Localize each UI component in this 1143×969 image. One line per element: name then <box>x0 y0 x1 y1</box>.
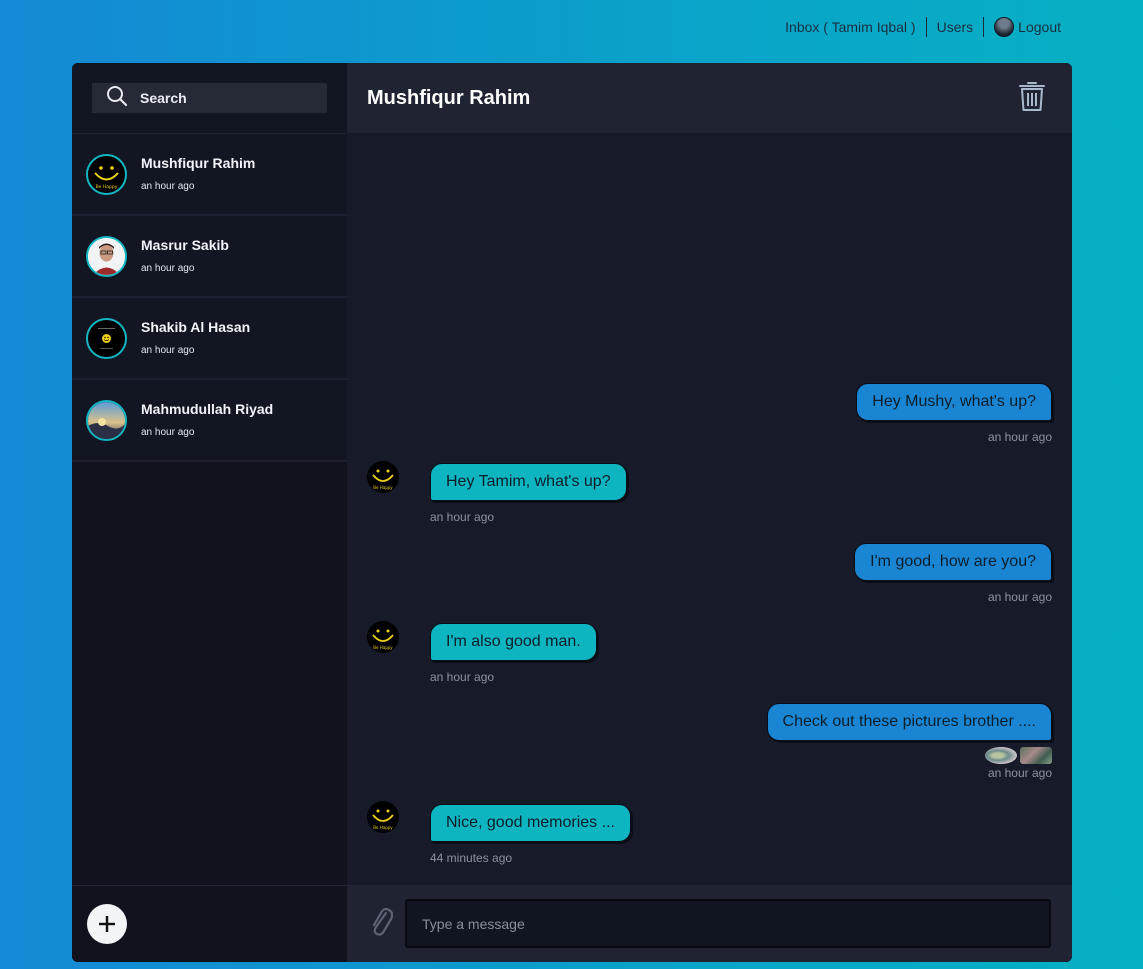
sent-message: I'm good, how are you? an hour ago <box>854 543 1052 604</box>
users-link[interactable]: Users <box>927 17 984 37</box>
small-smiley-icon <box>98 327 115 349</box>
inbox-link[interactable]: Inbox ( Tamim Iqbal ) <box>775 17 925 37</box>
message-input[interactable] <box>405 899 1051 948</box>
message-bubble: I'm good, how are you? <box>854 543 1052 581</box>
conversation-item[interactable]: Be Happy Mushfiqur Rahim an hour ago <box>72 134 347 216</box>
chat-title: Mushfiqur Rahim <box>367 86 531 109</box>
avatar <box>86 399 127 441</box>
message-bubble: Hey Tamim, what's up? <box>430 463 627 501</box>
conversation-name: Masrur Sakib <box>141 236 229 253</box>
message-bubble: Hey Mushy, what's up? <box>856 383 1052 421</box>
svg-text:Be Happy: Be Happy <box>96 184 118 190</box>
attachment-list <box>985 747 1052 764</box>
smiley-icon: Be Happy <box>372 629 394 650</box>
portrait-photo-icon <box>88 237 125 275</box>
avatar <box>86 317 127 359</box>
search-bar <box>72 63 347 134</box>
message-time: 44 minutes ago <box>430 851 513 865</box>
sender-avatar: Be Happy <box>367 801 399 833</box>
conversation-item[interactable]: Mahmudullah Riyad an hour ago <box>72 380 347 462</box>
sent-message: Check out these pictures brother .... an… <box>766 703 1052 780</box>
logout-label: Logout <box>1018 19 1061 35</box>
logout-link[interactable]: Logout <box>984 17 1061 37</box>
conversation-name: Shakib Al Hasan <box>141 318 251 335</box>
message-bubble: Nice, good memories ... <box>430 804 631 842</box>
conversation-name: Mahmudullah Riyad <box>141 400 274 417</box>
sidebar-footer <box>72 885 347 962</box>
conversation-time: an hour ago <box>141 262 195 274</box>
conversation-sidebar: Be Happy Mushfiqur Rahim an hour ago <box>72 63 347 962</box>
trash-icon[interactable] <box>1018 80 1046 117</box>
search-icon <box>106 85 128 112</box>
smiley-icon: Be Happy <box>372 809 394 830</box>
message-time: an hour ago <box>430 510 495 524</box>
sent-message: Hey Mushy, what's up? an hour ago <box>856 383 1052 444</box>
message-bubble: I'm also good man. <box>430 623 597 661</box>
conversation-time: an hour ago <box>141 344 195 356</box>
message-time: an hour ago <box>987 766 1052 780</box>
sender-avatar: Be Happy <box>367 461 399 493</box>
chat-header: Mushfiqur Rahim <box>347 63 1072 134</box>
received-message: I'm also good man. an hour ago <box>430 623 597 684</box>
plus-icon <box>99 916 115 932</box>
message-time: an hour ago <box>987 430 1052 444</box>
svg-text:Be Happy: Be Happy <box>373 825 393 830</box>
attachment-thumbnail[interactable] <box>985 747 1017 764</box>
new-conversation-button[interactable] <box>87 904 127 944</box>
search-input[interactable] <box>140 90 320 106</box>
paperclip-icon[interactable] <box>369 905 394 942</box>
message-composer <box>347 885 1072 962</box>
message-time: an hour ago <box>430 670 495 684</box>
received-message: Hey Tamim, what's up? an hour ago <box>430 463 627 524</box>
conversation-item[interactable]: Shakib Al Hasan an hour ago <box>72 298 347 380</box>
svg-text:Be Happy: Be Happy <box>373 485 393 490</box>
landscape-photo-icon <box>88 401 125 439</box>
attachment-thumbnail[interactable] <box>1020 747 1052 764</box>
avatar <box>86 235 127 277</box>
message-bubble: Check out these pictures brother .... <box>766 703 1052 741</box>
chat-app: Be Happy Mushfiqur Rahim an hour ago <box>72 63 1072 962</box>
conversation-time: an hour ago <box>141 426 195 438</box>
sender-avatar: Be Happy <box>367 621 399 653</box>
message-list: Hey Mushy, what's up? an hour ago Be Hap… <box>347 134 1072 885</box>
chat-panel: Mushfiqur Rahim Hey Mushy, what's up? an… <box>347 63 1072 962</box>
user-avatar <box>994 17 1015 37</box>
received-message: Nice, good memories ... 44 minutes ago <box>430 804 631 865</box>
conversation-item[interactable]: Masrur Sakib an hour ago <box>72 216 347 298</box>
conversation-name: Mushfiqur Rahim <box>141 154 256 171</box>
avatar: Be Happy <box>86 153 127 195</box>
svg-text:Be Happy: Be Happy <box>373 645 393 650</box>
top-nav: Inbox ( Tamim Iqbal ) Users Logout <box>775 16 1061 38</box>
smiley-icon: Be Happy <box>372 469 394 490</box>
smiley-icon: Be Happy <box>94 165 119 190</box>
search-box <box>92 83 327 113</box>
message-time: an hour ago <box>987 590 1052 604</box>
conversation-time: an hour ago <box>141 180 195 192</box>
